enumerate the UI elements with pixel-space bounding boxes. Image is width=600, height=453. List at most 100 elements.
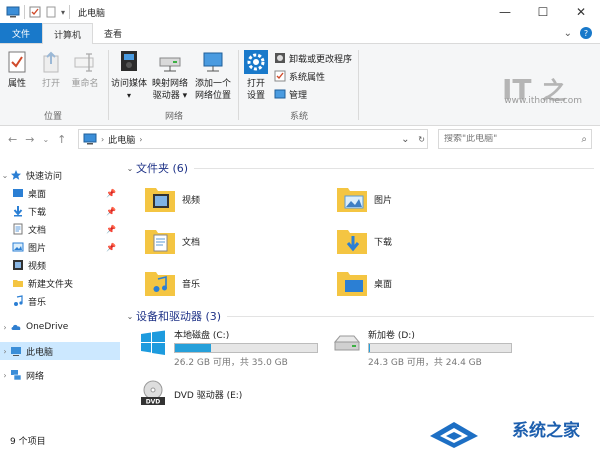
open-icon bbox=[43, 51, 59, 73]
breadcrumb-arrow-icon[interactable]: › bbox=[101, 135, 104, 144]
address-field[interactable]: › 此电脑 › ⌄ ↻ bbox=[78, 129, 428, 149]
add-network-location-button[interactable]: 添加一个 网络位置 bbox=[192, 48, 234, 102]
nav-item-downloads[interactable]: 下载 📌 bbox=[0, 202, 120, 220]
video-folder-icon bbox=[145, 188, 175, 212]
folder-pictures[interactable]: 图片 bbox=[336, 182, 392, 216]
uninstall-program-button[interactable]: 卸载或更改程序 bbox=[274, 50, 352, 66]
nav-item-music[interactable]: 音乐 bbox=[0, 292, 120, 310]
nav-onedrive[interactable]: › OneDrive bbox=[0, 318, 120, 336]
search-input[interactable] bbox=[444, 134, 574, 144]
desktop-icon bbox=[13, 189, 23, 197]
expand-ribbon-icon[interactable]: ⌄ bbox=[564, 28, 572, 39]
rename-label: 重命名 bbox=[71, 79, 99, 89]
breadcrumb-arrow-icon[interactable]: › bbox=[139, 135, 142, 144]
system-properties-icon bbox=[274, 70, 286, 82]
close-button[interactable]: ✕ bbox=[562, 0, 600, 24]
drive-c[interactable]: 本地磁盘 (C:) 26.2 GB 可用，共 35.0 GB bbox=[138, 328, 318, 368]
minimize-button[interactable]: — bbox=[486, 0, 524, 24]
maximize-button[interactable]: ☐ bbox=[524, 0, 562, 24]
tab-file[interactable]: 文件 bbox=[0, 23, 43, 43]
pin-icon[interactable]: 📌 bbox=[106, 207, 116, 216]
nav-quick-access[interactable]: ⌄ 快速访问 bbox=[0, 166, 120, 184]
forward-arrow-icon[interactable]: → bbox=[25, 133, 34, 146]
expand-icon[interactable]: › bbox=[0, 371, 10, 380]
tab-computer[interactable]: 计算机 bbox=[42, 23, 94, 44]
folder-videos[interactable]: 视频 bbox=[144, 182, 200, 216]
drive-d[interactable]: 新加卷 (D:) 24.3 GB 可用，共 24.4 GB bbox=[332, 328, 512, 368]
up-arrow-icon[interactable]: ↑ bbox=[57, 133, 66, 146]
folder-downloads[interactable]: 下载 bbox=[336, 224, 392, 258]
network-icon bbox=[11, 370, 22, 381]
recent-dropdown-icon[interactable]: ⌄ bbox=[42, 135, 49, 144]
nav-item-new-folder[interactable]: 新建文件夹 bbox=[0, 274, 120, 292]
brand-url: www.ithome.com bbox=[504, 96, 582, 106]
manage-button[interactable]: 管理 bbox=[274, 86, 307, 102]
nav-network-label: 网络 bbox=[26, 371, 45, 382]
group-separator bbox=[358, 50, 359, 120]
drive-usage-fill bbox=[369, 344, 370, 352]
network-drive-icon bbox=[159, 57, 181, 72]
dropdown-arrow-icon: ▾ bbox=[126, 91, 131, 100]
back-arrow-icon[interactable]: ← bbox=[8, 133, 17, 146]
address-bar: ← → ⌄ ↑ › 此电脑 › ⌄ ↻ ⌕ bbox=[0, 126, 600, 152]
folder-music[interactable]: 音乐 bbox=[144, 266, 200, 300]
folders-section-title: 文件夹 (6) bbox=[136, 162, 189, 175]
collapse-icon[interactable]: ⌄ bbox=[124, 312, 136, 321]
folder-desktop[interactable]: 桌面 bbox=[336, 266, 392, 300]
refresh-icon-2[interactable]: ↻ bbox=[418, 135, 425, 144]
group-separator bbox=[108, 50, 109, 120]
breadcrumb-this-pc[interactable]: 此电脑 bbox=[108, 133, 135, 146]
properties-button[interactable]: 属性 bbox=[4, 48, 30, 90]
nav-item-pictures[interactable]: 图片 📌 bbox=[0, 238, 120, 256]
picture-icon bbox=[12, 242, 24, 252]
nav-item-label: 音乐 bbox=[28, 297, 47, 308]
collapse-icon[interactable]: ⌄ bbox=[124, 164, 136, 173]
add-network-location-icon bbox=[203, 52, 223, 72]
music-folder-icon bbox=[145, 272, 175, 296]
pin-icon[interactable]: 📌 bbox=[106, 189, 116, 198]
tab-view[interactable]: 查看 bbox=[93, 23, 133, 43]
ribbon-right-controls: ⌄ ? bbox=[564, 23, 600, 43]
properties-icon bbox=[8, 51, 26, 73]
folder-documents[interactable]: 文档 bbox=[144, 224, 200, 258]
ithome-logo: IT 之 bbox=[502, 73, 566, 106]
folder-label: 桌面 bbox=[374, 279, 393, 290]
add-network-location-label-2: 网络位置 bbox=[194, 91, 231, 101]
computer-icon bbox=[83, 133, 97, 145]
folders-section-header[interactable]: ⌄ 文件夹 (6) bbox=[124, 160, 594, 176]
drive-e[interactable]: DVD DVD 驱动器 (E:) bbox=[138, 376, 242, 412]
map-network-drive-button[interactable]: 映射网络 驱动器 ▾ bbox=[150, 48, 190, 102]
nav-quick-access-label: 快速访问 bbox=[26, 171, 63, 182]
system-properties-label: 系统属性 bbox=[289, 72, 326, 83]
computer-icon bbox=[6, 6, 20, 18]
customize-qa-icon[interactable]: ▾ bbox=[61, 8, 65, 17]
nav-network[interactable]: › 网络 bbox=[0, 366, 120, 384]
windows-drive-icon bbox=[141, 330, 165, 355]
help-icon[interactable]: ? bbox=[580, 27, 592, 39]
nav-item-videos[interactable]: 视频 bbox=[0, 256, 120, 274]
access-media-button[interactable]: 访问媒体 ▾ bbox=[110, 48, 148, 102]
properties-label: 属性 bbox=[7, 79, 26, 89]
refresh-icon[interactable]: ⌄ bbox=[396, 134, 414, 145]
group-label-network: 网络 bbox=[164, 112, 183, 122]
pin-icon[interactable]: 📌 bbox=[106, 243, 116, 252]
search-box[interactable]: ⌕ bbox=[438, 129, 592, 149]
drive-usage-fill bbox=[175, 344, 211, 352]
search-icon[interactable]: ⌕ bbox=[581, 134, 587, 145]
open-button[interactable]: 打开 bbox=[38, 48, 64, 90]
system-properties-button[interactable]: 系统属性 bbox=[274, 68, 325, 84]
rename-button[interactable]: 重命名 bbox=[70, 48, 100, 90]
expand-icon[interactable]: › bbox=[0, 347, 10, 356]
open-settings-button[interactable]: 打开 设置 bbox=[242, 48, 270, 102]
nav-item-documents[interactable]: 文档 📌 bbox=[0, 220, 120, 238]
nav-this-pc[interactable]: › 此电脑 bbox=[0, 342, 120, 360]
drive-usage-bar bbox=[368, 343, 512, 353]
new-folder-icon[interactable] bbox=[45, 6, 57, 18]
pin-icon[interactable]: 📌 bbox=[106, 225, 116, 234]
expand-icon[interactable]: › bbox=[0, 323, 10, 332]
drives-section-header[interactable]: ⌄ 设备和驱动器 (3) bbox=[124, 308, 594, 324]
dvd-drive-icon: DVD bbox=[141, 380, 165, 406]
nav-item-desktop[interactable]: 桌面 📌 bbox=[0, 184, 120, 202]
collapse-icon[interactable]: ⌄ bbox=[0, 171, 10, 180]
properties-icon[interactable] bbox=[29, 6, 41, 18]
